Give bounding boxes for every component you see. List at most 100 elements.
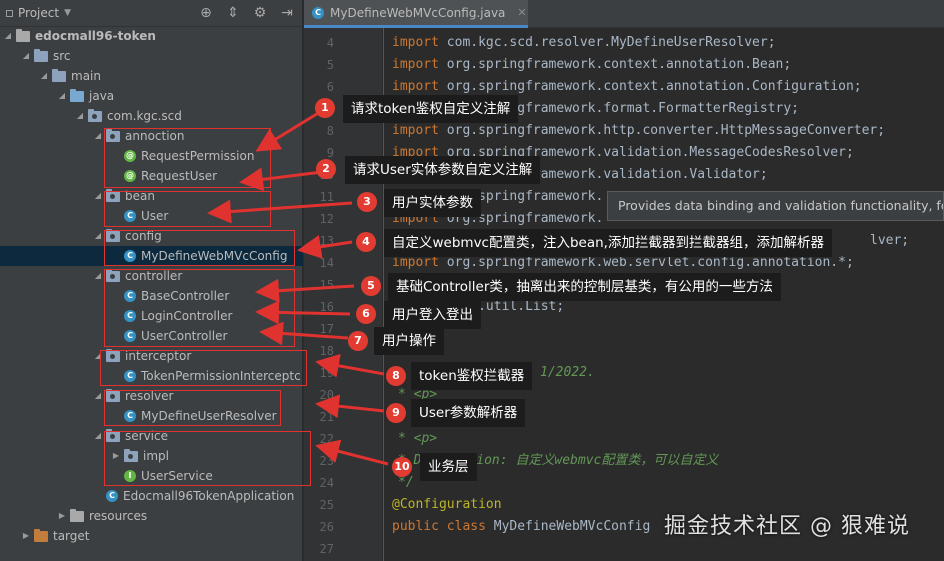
tree-item-package-root[interactable]: ◢ com.kgc.scd [0, 106, 303, 126]
keyword: import [392, 79, 439, 94]
editor-tab[interactable]: C MyDefineWebMVcConfig.java ✕ [304, 0, 528, 28]
code-comment[interactable]: * <p> [398, 428, 437, 450]
line-number: 12 [319, 212, 334, 226]
collapsed-arrow-icon[interactable]: ▶ [20, 526, 32, 546]
code-text: lver; [870, 233, 910, 248]
expand-arrow-icon[interactable]: ◢ [38, 66, 50, 86]
line-number: 13 [319, 234, 334, 248]
code-text: MyDefineWebMVcConfig [493, 519, 651, 534]
tree-item-label: java [89, 89, 115, 103]
code-line[interactable]: public class MyDefineWebMVcConfig [392, 516, 650, 538]
code-line-tail[interactable]: lver; [870, 230, 909, 252]
code-line[interactable]: import org.springframework.http.converte… [392, 120, 885, 142]
keyword: import [392, 57, 439, 72]
collapsed-arrow-icon[interactable]: ▶ [56, 506, 68, 526]
keyword: import [392, 35, 439, 50]
keyword: import [392, 255, 439, 270]
line-number: 17 [319, 322, 334, 336]
expand-arrow-icon[interactable]: ◢ [92, 426, 104, 446]
tree-item-java[interactable]: ◢ java [0, 86, 303, 106]
line-number: 11 [319, 190, 334, 204]
callout-badge: 5 [361, 276, 381, 296]
line-number: 27 [319, 542, 334, 556]
tree-item-target[interactable]: ▶ target [0, 526, 303, 546]
line-number: 18 [319, 344, 334, 358]
highlight-box-interceptor [100, 350, 307, 386]
callout-badge: 9 [386, 403, 406, 423]
folder-icon [52, 68, 66, 82]
line-number: 14 [319, 256, 334, 270]
code-text: com.kgc.scd.resolver.MyDefineUserResolve… [446, 35, 776, 50]
gear-icon[interactable]: ⚙ [253, 5, 267, 21]
callout-label: 用户登入登出 [384, 301, 481, 329]
project-panel-title: Project [18, 6, 60, 20]
code-comment[interactable]: 1/2022. [540, 362, 595, 384]
tree-item-application[interactable]: C Edocmall96TokenApplication [0, 486, 303, 506]
callout-badge: 10 [392, 457, 412, 477]
highlight-box-config [104, 230, 295, 266]
crosshair-icon[interactable]: ⊕ [199, 5, 213, 21]
tree-item-src[interactable]: ◢ src [0, 46, 303, 66]
package-icon [88, 108, 102, 122]
tree-item-label: src [53, 49, 71, 63]
line-number: 16 [319, 300, 334, 314]
line-number: 5 [326, 58, 334, 72]
callout-badge: 8 [386, 366, 406, 386]
expand-arrow-icon[interactable]: ◢ [56, 86, 68, 106]
chevron-down-icon[interactable]: ▼ [64, 8, 71, 18]
code-text: org.springframework.web.servlet.config.a… [446, 255, 854, 270]
tree-item-label: edocmall96-token [35, 29, 156, 43]
tree-item-project[interactable]: ◢ edocmall96-token [0, 26, 303, 46]
expand-arrow-icon[interactable]: ◢ [92, 186, 104, 206]
code-text: org.springframework.http.converter.HttpM… [446, 123, 886, 138]
expand-arrow-icon[interactable]: ◢ [2, 26, 14, 46]
line-number: 19 [319, 366, 334, 380]
tree-item-label: target [53, 529, 90, 543]
expand-arrow-icon[interactable]: ◢ [92, 126, 104, 146]
line-number: 25 [319, 498, 334, 512]
code-line[interactable]: @Configuration [392, 494, 502, 516]
callout-label: 请求token鉴权自定义注解 [343, 95, 519, 123]
expand-arrow-icon[interactable]: ◢ [92, 386, 104, 406]
project-view-icon [6, 9, 13, 17]
resources-folder-icon [70, 508, 84, 522]
callout-label: 用户实体参数 [384, 189, 481, 217]
callout-badge: 6 [356, 304, 376, 324]
callout-badge: 2 [316, 159, 336, 179]
highlight-box-service [104, 431, 311, 486]
comment-text: 1/2022. [540, 365, 595, 380]
collapse-icon[interactable]: ⇕ [226, 5, 240, 21]
highlight-box-annoction [104, 128, 271, 188]
watermark: 掘金技术社区 @ 狠难说 [664, 514, 910, 539]
tab-label: MyDefineWebMVcConfig.java [330, 5, 506, 20]
expand-arrow-icon[interactable]: ◢ [92, 266, 104, 286]
line-number: 20 [319, 388, 334, 402]
callout-badge: 3 [357, 192, 377, 212]
close-icon[interactable]: ✕ [517, 6, 526, 19]
highlight-box-resolver [104, 390, 281, 426]
code-line[interactable]: import com.kgc.scd.resolver.MyDefineUser… [392, 32, 776, 54]
code-text: org.springframework.context.annotation.C… [446, 79, 862, 94]
hide-icon[interactable]: ⇥ [280, 5, 294, 21]
expand-arrow-icon[interactable]: ◢ [74, 106, 86, 126]
highlight-box-controller [104, 269, 295, 347]
line-number: 8 [326, 124, 334, 138]
expand-arrow-icon[interactable]: ◢ [92, 226, 104, 246]
tree-item-main[interactable]: ◢ main [0, 66, 303, 86]
callout-badge: 1 [315, 98, 335, 118]
comment-text: */ [398, 475, 414, 490]
code-line[interactable]: import org.springframework.context.annot… [392, 54, 791, 76]
callout-label: 请求User实体参数自定义注解 [345, 156, 541, 184]
line-number: 6 [326, 80, 334, 94]
line-number: 4 [326, 36, 334, 50]
highlight-box-bean [104, 191, 271, 227]
tree-item-resources[interactable]: ▶ resources [0, 506, 303, 526]
source-folder-icon [70, 88, 84, 102]
line-number: 26 [319, 520, 334, 534]
line-number: 21 [319, 410, 334, 424]
class-icon: C [106, 490, 118, 502]
callout-label: token鉴权拦截器 [411, 362, 533, 390]
expand-arrow-icon[interactable]: ◢ [20, 46, 32, 66]
callout-badge: 7 [348, 331, 368, 351]
class-icon: C [312, 6, 324, 19]
